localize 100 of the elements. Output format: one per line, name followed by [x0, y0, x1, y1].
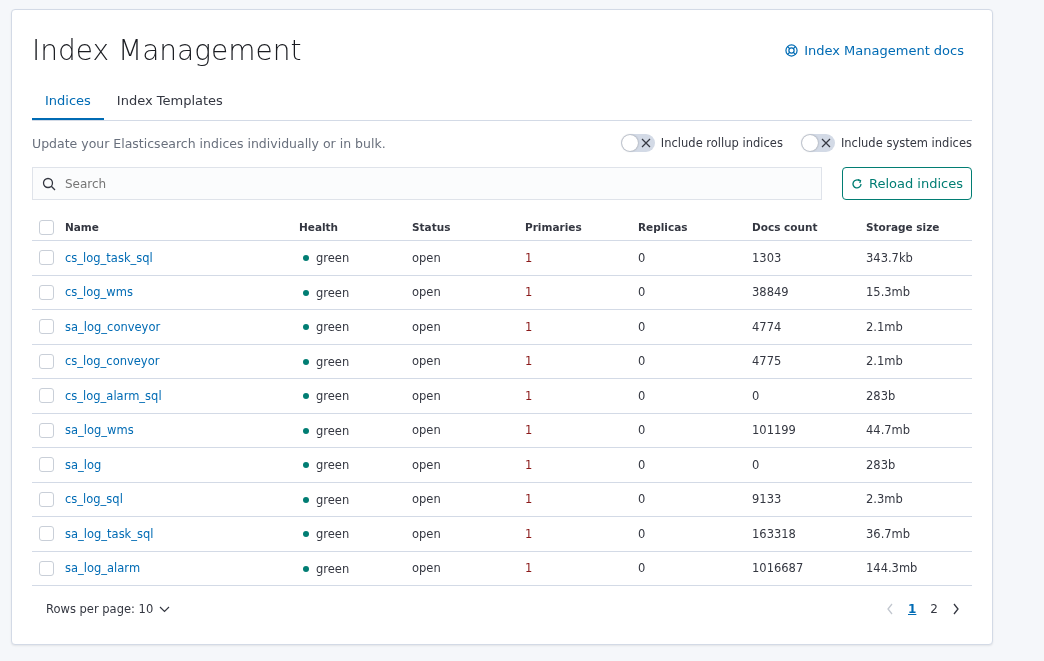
row-checkbox[interactable]	[39, 319, 54, 335]
primaries-text: 1	[525, 354, 533, 369]
row-checkbox[interactable]	[39, 284, 54, 300]
docs-count-text: 101199	[752, 423, 796, 438]
docs-link[interactable]: Index Management docs	[785, 42, 964, 58]
replicas-text: 0	[638, 526, 646, 541]
primaries-text: 1	[525, 457, 533, 472]
storage-size-text: 343.7kb	[866, 250, 913, 265]
lifebuoy-icon	[785, 43, 799, 57]
toggle-label: Include rollup indices	[660, 136, 783, 150]
health-text: green	[316, 320, 350, 335]
column-header[interactable]: Primaries	[525, 221, 582, 233]
reload-button[interactable]: Reload indices	[842, 167, 972, 200]
status-text: open	[412, 285, 441, 300]
row-checkbox[interactable]	[39, 388, 54, 404]
docs-count-text: 163318	[752, 526, 796, 541]
search-field[interactable]: Search	[32, 167, 822, 200]
docs-count-text: 4775	[752, 354, 782, 369]
docs-count-text: 0	[752, 457, 760, 472]
column-header[interactable]: Docs count	[752, 221, 818, 233]
index-name-link[interactable]: cs_log_task_sql	[65, 250, 153, 265]
replicas-text: 0	[638, 423, 646, 438]
status-text: open	[412, 492, 441, 507]
primaries-text: 1	[525, 319, 533, 334]
storage-size-text: 15.3mb	[866, 285, 911, 300]
index-name-link[interactable]: cs_log_sql	[65, 492, 123, 507]
replicas-text: 0	[638, 285, 646, 300]
page-button[interactable]: 2	[926, 600, 942, 618]
docs-count-text: 1016687	[752, 561, 804, 576]
primaries-text: 1	[525, 561, 533, 576]
refresh-icon	[851, 177, 863, 190]
index-name-link[interactable]: sa_log_task_sql	[65, 526, 154, 541]
row-checkbox[interactable]	[39, 491, 54, 507]
row-checkbox[interactable]	[39, 560, 54, 576]
primaries-text: 1	[525, 250, 533, 265]
docs-count-text: 0	[752, 388, 760, 403]
health-text: green	[316, 251, 350, 266]
column-header[interactable]: Storage size	[866, 221, 940, 233]
replicas-text: 0	[638, 354, 646, 369]
status-text: open	[412, 561, 441, 576]
index-name-link[interactable]: cs_log_conveyor	[65, 354, 160, 369]
replicas-text: 0	[638, 319, 646, 334]
row-checkbox[interactable]	[39, 526, 54, 542]
toggle-switch[interactable]	[800, 134, 835, 152]
index-name-link[interactable]: cs_log_alarm_sql	[65, 388, 162, 403]
cross-icon	[640, 138, 651, 148]
docs-count-text: 9133	[752, 492, 782, 507]
primaries-text: 1	[525, 388, 533, 403]
page-button[interactable]: 1	[904, 600, 921, 618]
rows-per-page-button[interactable]: Rows per page: 10	[40, 601, 177, 617]
replicas-text: 0	[638, 388, 646, 403]
status-text: open	[412, 423, 441, 438]
replicas-text: 0	[638, 457, 646, 472]
replicas-text: 0	[638, 561, 646, 576]
cross-icon	[820, 138, 831, 148]
health-text: green	[316, 492, 350, 507]
docs-count-text: 38849	[752, 285, 789, 300]
index-name-link[interactable]: cs_log_wms	[65, 285, 133, 300]
health-text: green	[316, 285, 350, 300]
toggle-label: Include system indices	[840, 136, 972, 150]
status-text: open	[412, 354, 441, 369]
tab[interactable]: Index Templates	[103, 82, 236, 120]
storage-size-text: 283b	[866, 457, 896, 472]
row-checkbox[interactable]	[39, 250, 54, 266]
column-header[interactable]: Replicas	[638, 221, 688, 233]
storage-size-text: 283b	[866, 388, 896, 403]
primaries-text: 1	[525, 423, 533, 438]
primaries-text: 1	[525, 526, 533, 541]
index-name-link[interactable]: sa_log	[65, 457, 102, 472]
column-header[interactable]: Health	[299, 221, 339, 233]
health-text: green	[316, 354, 350, 369]
column-header[interactable]: Status	[412, 221, 451, 233]
row-checkbox[interactable]	[39, 457, 54, 473]
index-name-link[interactable]: sa_log_alarm	[65, 561, 141, 576]
toggle-switch[interactable]	[620, 134, 655, 152]
page-title: Index Management	[32, 33, 302, 67]
status-text: open	[412, 319, 441, 334]
status-text: open	[412, 526, 441, 541]
health-text: green	[316, 561, 350, 576]
description-text: Update your Elasticsearch indices individually or in bulk.	[32, 135, 386, 151]
storage-size-text: 2.1mb	[866, 319, 903, 334]
primaries-text: 1	[525, 492, 533, 507]
status-text: open	[412, 250, 441, 265]
primaries-text: 1	[525, 285, 533, 300]
status-text: open	[412, 388, 441, 403]
health-text: green	[316, 423, 350, 438]
select-all-checkbox[interactable]	[39, 219, 54, 235]
storage-size-text: 2.1mb	[866, 354, 903, 369]
status-text: open	[412, 457, 441, 472]
row-checkbox[interactable]	[39, 353, 54, 369]
health-text: green	[316, 458, 350, 473]
column-header[interactable]: Name	[65, 221, 99, 233]
replicas-text: 0	[638, 492, 646, 507]
docs-count-text: 4774	[752, 319, 782, 334]
tab[interactable]: Indices	[32, 82, 104, 120]
index-name-link[interactable]: sa_log_conveyor	[65, 319, 161, 334]
storage-size-text: 2.3mb	[866, 492, 903, 507]
row-checkbox[interactable]	[39, 422, 54, 438]
storage-size-text: 36.7mb	[866, 526, 911, 541]
index-name-link[interactable]: sa_log_wms	[65, 423, 134, 438]
